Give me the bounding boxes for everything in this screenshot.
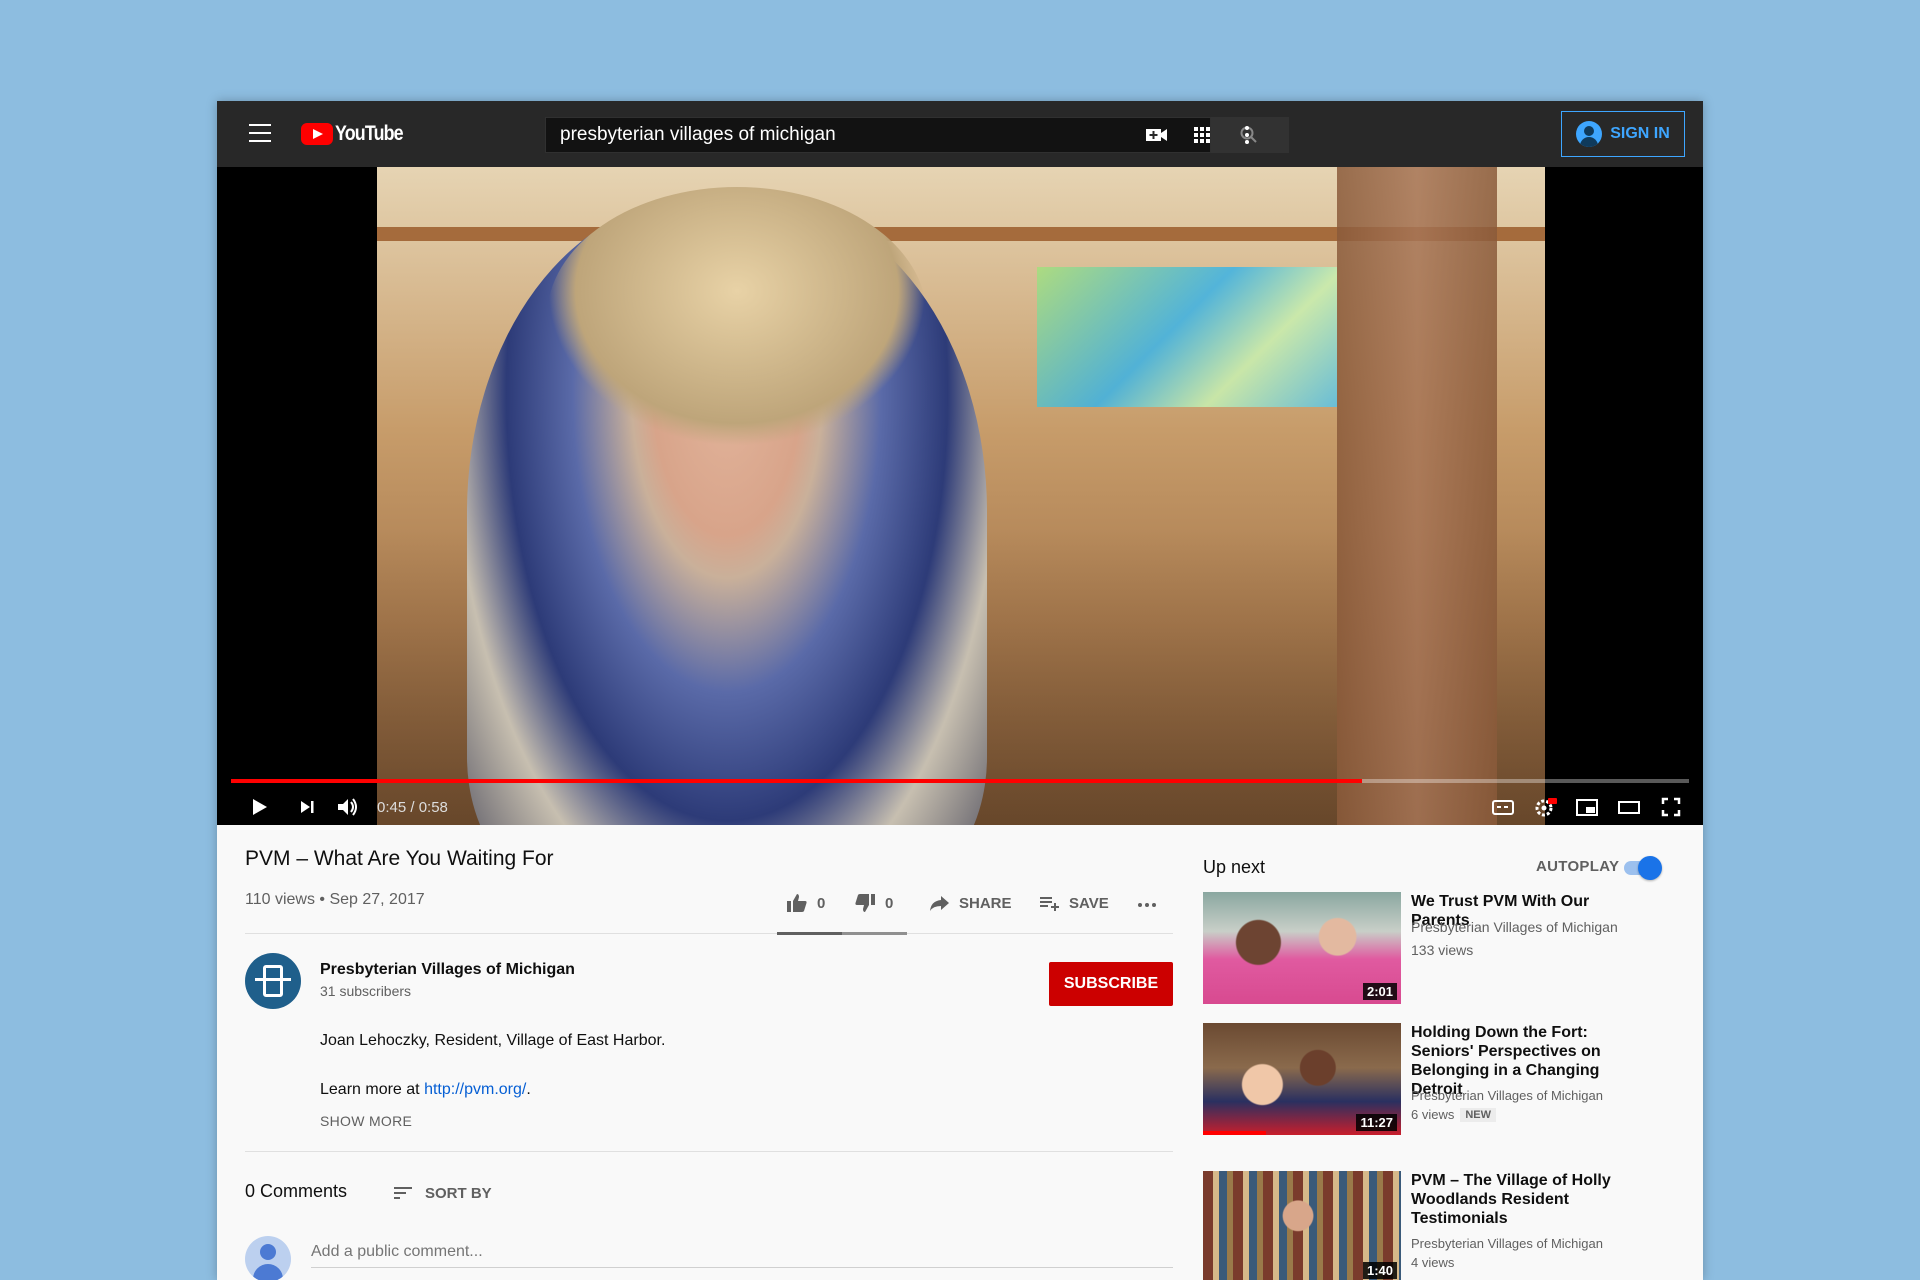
user-avatar <box>245 1236 291 1280</box>
view-count-text: 4 views <box>1411 1255 1455 1270</box>
dislike-button[interactable]: 0 <box>853 891 893 915</box>
browser-window: YouTube presbyterian villages of michiga… <box>217 101 1703 1280</box>
video-duration: 2:01 <box>1362 983 1397 1000</box>
thumbs-up-icon <box>787 894 807 912</box>
recommended-video[interactable]: 11:27 Holding Down the Fort: Seniors' Pe… <box>1203 1023 1693 1138</box>
autoplay-label: AUTOPLAY <box>1536 858 1620 875</box>
video-title[interactable]: PVM – The Village of Holly Woodlands Res… <box>1411 1171 1651 1228</box>
view-count-text: 133 views <box>1411 942 1474 958</box>
volume-icon[interactable] <box>333 793 361 821</box>
learn-more-suffix: . <box>526 1081 531 1098</box>
share-button[interactable]: SHARE <box>927 891 1012 915</box>
progress-bar[interactable] <box>231 779 1689 783</box>
recommended-video[interactable]: 2:01 We Trust PVM With Our Parents Presb… <box>1203 892 1693 1007</box>
autoplay-toggle[interactable] <box>1624 856 1662 880</box>
channel-name[interactable]: Presbyterian Villages of Michigan <box>320 961 575 979</box>
comment-input[interactable] <box>311 1237 1173 1268</box>
divider <box>245 1151 1173 1152</box>
apps-grid-icon[interactable] <box>1188 121 1216 149</box>
video-frame[interactable] <box>377 167 1545 825</box>
sign-in-button[interactable]: SIGN IN <box>1561 111 1685 157</box>
subscriber-count: 31 subscribers <box>320 983 412 999</box>
sort-icon <box>394 1187 412 1199</box>
video-thumbnail[interactable]: 2:01 <box>1203 892 1401 1004</box>
subscribe-button[interactable]: SUBSCRIBE <box>1049 962 1173 1006</box>
player-controls: 0:45 / 0:58 <box>217 793 1703 825</box>
thumbs-down-icon <box>855 894 875 912</box>
channel-name[interactable]: Presbyterian Villages of Michigan <box>1411 1088 1603 1103</box>
more-vertical-icon[interactable] <box>1233 121 1261 149</box>
dislike-count: 0 <box>885 894 894 912</box>
sign-in-label: SIGN IN <box>1610 125 1670 142</box>
youtube-play-icon <box>301 123 333 145</box>
top-bar: YouTube presbyterian villages of michiga… <box>217 101 1703 167</box>
watched-progress <box>1203 1131 1267 1135</box>
video-title: PVM – What Are You Waiting For <box>245 847 554 870</box>
description-learn-more: Learn more at http://pvm.org/. <box>320 1081 531 1099</box>
theater-mode-icon[interactable] <box>1615 793 1643 821</box>
view-count: 6 views NEW <box>1411 1107 1497 1122</box>
view-count: 133 views <box>1411 942 1473 958</box>
miniplayer-icon[interactable] <box>1573 793 1601 821</box>
video-player[interactable]: 0:45 / 0:58 <box>217 167 1703 825</box>
show-more-button[interactable]: SHOW MORE <box>320 1113 412 1129</box>
sentiment-bar <box>777 932 907 935</box>
toggle-knob <box>1638 856 1662 880</box>
divider <box>245 933 1173 934</box>
search-box[interactable] <box>545 117 1211 153</box>
recommended-video[interactable]: 1:40 PVM – The Village of Holly Woodland… <box>1203 1171 1693 1280</box>
learn-more-prefix: Learn more at <box>320 1081 425 1098</box>
menu-icon[interactable] <box>249 124 271 142</box>
video-duration: 1:40 <box>1362 1262 1397 1279</box>
like-count: 0 <box>817 894 826 912</box>
time-display: 0:45 / 0:58 <box>377 799 448 816</box>
playlist-add-icon <box>1040 897 1059 911</box>
like-button[interactable]: 0 <box>785 891 825 915</box>
create-video-icon[interactable] <box>1143 121 1171 149</box>
view-count: 4 views <box>1411 1255 1454 1270</box>
sort-by-label: SORT BY <box>425 1184 492 1202</box>
up-next-heading: Up next <box>1203 857 1266 877</box>
channel-name[interactable]: Presbyterian Villages of Michigan <box>1411 1236 1603 1251</box>
next-icon[interactable] <box>293 793 321 821</box>
share-icon <box>930 896 949 911</box>
view-count-text: 6 views <box>1411 1107 1455 1122</box>
logo-text: YouTube <box>335 122 404 145</box>
fullscreen-icon[interactable] <box>1657 793 1685 821</box>
sort-by-button[interactable]: SORT BY <box>391 1181 492 1205</box>
comments-count: 0 Comments <box>245 1181 348 1201</box>
save-button[interactable]: SAVE <box>1037 891 1109 915</box>
youtube-logo[interactable]: YouTube <box>301 121 415 147</box>
save-label: SAVE <box>1069 894 1109 912</box>
description-line: Joan Lehoczky, Resident, Village of East… <box>320 1032 666 1049</box>
video-thumbnail[interactable]: 11:27 <box>1203 1023 1401 1135</box>
progress-fill <box>231 779 1363 783</box>
video-thumbnail[interactable]: 1:40 <box>1203 1171 1401 1280</box>
video-meta: 110 views • Sep 27, 2017 <box>245 891 425 908</box>
more-actions-icon[interactable] <box>1135 891 1159 915</box>
video-duration: 11:27 <box>1356 1114 1397 1131</box>
description-link[interactable]: http://pvm.org/ <box>424 1081 526 1098</box>
settings-icon[interactable] <box>1531 793 1559 821</box>
captions-icon[interactable] <box>1489 793 1517 821</box>
play-icon[interactable] <box>245 793 273 821</box>
channel-name[interactable]: Presbyterian Villages of Michigan <box>1411 919 1618 935</box>
account-icon <box>1576 121 1603 147</box>
share-label: SHARE <box>959 894 1012 912</box>
channel-avatar[interactable] <box>245 953 301 1009</box>
search-input[interactable] <box>546 118 1210 152</box>
new-badge: NEW <box>1460 1107 1497 1122</box>
